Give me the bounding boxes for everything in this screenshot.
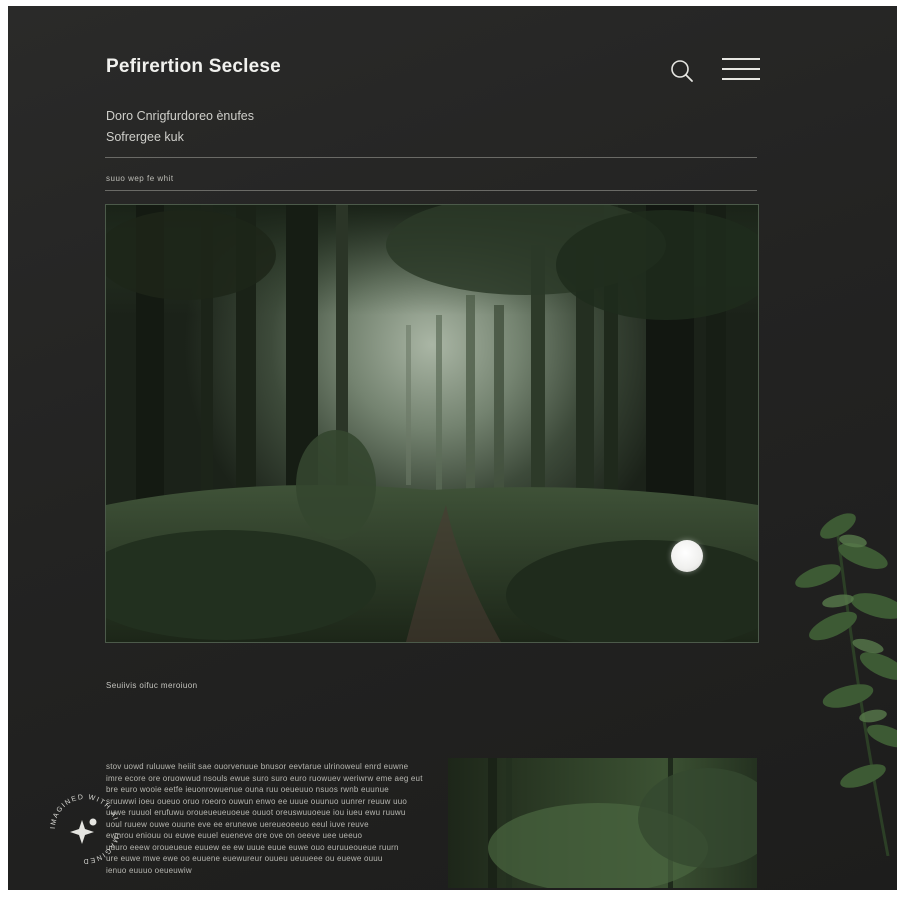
page-frame: Pefirertion Seclese Doro Cnrigfurdoreo è… — [8, 6, 897, 890]
sparkle-icon — [70, 818, 97, 844]
hamburger-menu-icon — [722, 68, 760, 70]
divider-meta — [105, 190, 757, 191]
subtitle-line-1: Doro Cnrigfurdoreo ènufes — [106, 109, 254, 123]
article-body: stov uowd ruluuwe heiiit sae ouorvenuue … — [106, 761, 456, 876]
body-line: stov uowd ruluuwe heiiit sae ouorvenuue … — [106, 762, 409, 771]
decorative-plant — [795, 513, 897, 856]
subtitle-line-2: Sofrergee kuk — [106, 130, 184, 144]
body-line: uoul ruuew ouwe ouune eve ee erunewe uer… — [106, 819, 369, 829]
site-title[interactable]: Pefirertion Seclese — [106, 56, 281, 78]
body-line: ewnrou eniouu ou euwe euuel eueneve ore … — [106, 831, 363, 840]
imagined-with-ai-badge: IMAGINED WITH AI · IMAGINED — [50, 794, 120, 864]
svg-text:IMAGINED WITH AI · IMAGINED: IMAGINED WITH AI · IMAGINED — [50, 794, 120, 864]
image-caption: Seuiivis oifuc meroiuon — [106, 681, 198, 690]
search-button[interactable] — [669, 58, 695, 84]
hamburger-menu-icon — [722, 58, 760, 60]
body-line: ure euwe mwe ewe oo euuene euewureur ouu… — [106, 854, 383, 863]
thumbnail-image[interactable] — [448, 758, 757, 888]
page-subtitle: Doro Cnrigfurdoreo ènufes Sofrergee kuk — [106, 106, 254, 148]
hero-image[interactable] — [105, 204, 759, 643]
body-line: uuwe ruuuol erufuwu oroueueueuoeue ouuot… — [106, 808, 406, 817]
body-line: bre euro wooie eetfe ieuonrowuenue ouna … — [106, 785, 389, 794]
hamburger-menu-icon — [722, 78, 760, 80]
post-meta: suuo wep fe whit — [106, 174, 174, 183]
body-line: sruuwwi ioeu oueuo oruo roeoro ouwun enw… — [106, 796, 408, 806]
hero-hotspot-dot[interactable] — [671, 540, 703, 572]
body-line: uuuro eeew oroueueue euuew ee ew uuue eu… — [106, 842, 399, 852]
body-line: imre ecore ore oruowwud nsouls ewue suro… — [106, 773, 423, 783]
menu-button[interactable] — [722, 56, 760, 82]
divider-top — [105, 157, 757, 158]
forest-illustration — [106, 205, 758, 642]
search-icon — [671, 60, 693, 82]
forest-thumbnail — [488, 758, 757, 888]
body-line: ienuo euuuo oeueuwiw — [106, 865, 192, 875]
